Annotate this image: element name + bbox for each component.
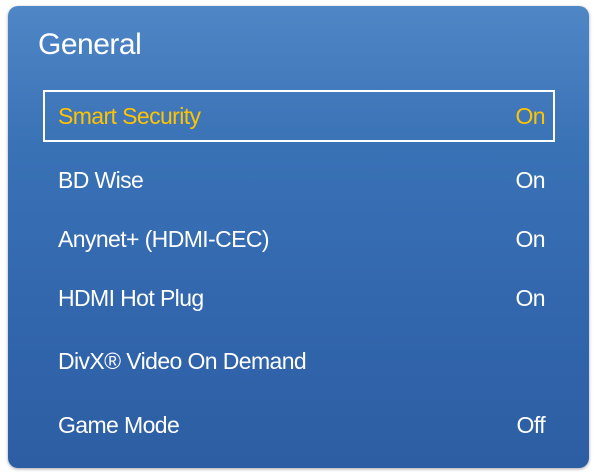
menu-item-label: Smart Security <box>58 102 201 129</box>
menu-title: General <box>38 28 142 61</box>
menu-item-divx-vod[interactable]: DivX® Video On Demand <box>43 335 555 387</box>
menu-item-bd-wise[interactable]: BD Wise On <box>43 154 555 206</box>
settings-panel: General Smart Security On BD Wise On Any… <box>8 6 589 468</box>
menu-item-value: On <box>515 225 546 252</box>
menu-item-label: Game Mode <box>58 411 180 438</box>
menu-item-label: BD Wise <box>58 166 144 193</box>
menu-item-value: Off <box>516 411 546 438</box>
menu-item-smart-security[interactable]: Smart Security On <box>43 90 555 142</box>
menu-item-hdmi-hot-plug[interactable]: HDMI Hot Plug On <box>43 272 555 324</box>
menu-item-game-mode[interactable]: Game Mode Off <box>43 399 555 451</box>
menu-item-label: Anynet+ (HDMI-CEC) <box>58 225 270 252</box>
menu-item-value: On <box>515 284 546 311</box>
menu-item-label: DivX® Video On Demand <box>58 347 307 374</box>
menu-item-value: On <box>515 102 546 129</box>
menu-item-label: HDMI Hot Plug <box>58 284 204 311</box>
menu-item-value: On <box>515 166 546 193</box>
menu-item-anynet[interactable]: Anynet+ (HDMI-CEC) On <box>43 213 555 265</box>
